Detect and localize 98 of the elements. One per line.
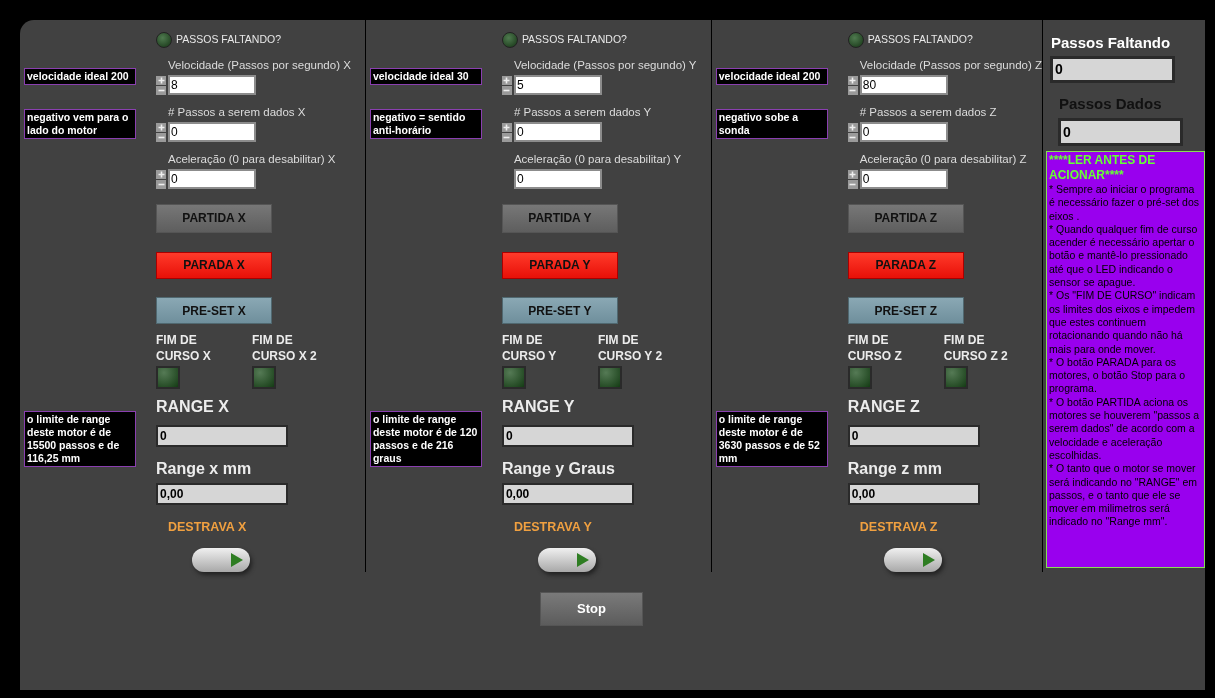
number-field[interactable]: 0 xyxy=(859,169,948,189)
decrement-button[interactable] xyxy=(847,179,858,189)
instruction-text: * O botão PARTIDA aciona os motores se houverem "passos a serem dados" de acordo com a velocidade e aceleração escolhidas. xyxy=(1049,395,1201,463)
preset-button[interactable]: PRE-SET Z xyxy=(847,297,964,324)
plus-icon xyxy=(157,170,165,178)
decrement-button[interactable] xyxy=(156,132,166,142)
plus-icon xyxy=(849,76,857,84)
note-text: velocidade ideal 200 xyxy=(24,68,136,85)
number-field[interactable]: 0 xyxy=(513,122,602,142)
number-field[interactable]: 5 xyxy=(513,75,602,95)
field-label: Velocidade (Passos por segundo) X xyxy=(168,58,351,73)
limit-switch-label: FIM DE CURSO Y xyxy=(501,332,558,364)
unlock-button[interactable] xyxy=(537,548,596,572)
done-display: 0 xyxy=(1058,118,1183,146)
increment-button[interactable] xyxy=(501,75,512,85)
instruction-text: * O botão PARADA para os motores, o botão Stop para o programa. xyxy=(1049,355,1186,396)
limit-switch-label: FIM DE CURSO Z 2 xyxy=(943,332,1009,364)
number-field[interactable]: 0 xyxy=(859,122,948,142)
range-units-display: 0,00 xyxy=(847,483,980,505)
increment-button[interactable] xyxy=(847,122,858,132)
plus-icon xyxy=(157,123,165,131)
field-label: Aceleração (0 para desabilitar) X xyxy=(168,152,336,167)
remaining-display: 0 xyxy=(1050,56,1175,83)
stop-motor-button[interactable]: PARADA Y xyxy=(501,251,618,280)
unlock-button[interactable] xyxy=(192,548,250,572)
limit-switch-label: FIM DE CURSO X 2 xyxy=(252,332,318,364)
unlock-label: DESTRAVA Y xyxy=(513,519,592,535)
field-label: # Passos a serem dados X xyxy=(168,105,306,120)
note-text: negativo = sentido anti-horário xyxy=(369,109,482,139)
unlock-label: DESTRAVA Z xyxy=(859,519,938,535)
led-label: PASSOS FALTANDO? xyxy=(521,32,627,48)
increment-button[interactable] xyxy=(156,75,166,85)
instruction-text: * O tanto que o motor se mover será indicando no "RANGE" em passos, e o tanto que ele se mover em milimetros será indicado no "Range mm". xyxy=(1049,462,1199,529)
start-button[interactable]: PARTIDA Z xyxy=(847,204,964,233)
increment-button[interactable] xyxy=(501,122,512,132)
decrement-button[interactable] xyxy=(501,85,512,95)
increment-button[interactable] xyxy=(156,169,166,179)
limit-switch-label: FIM DE CURSO X xyxy=(156,332,212,364)
range-units-label: Range x mm xyxy=(156,459,252,479)
number-field[interactable]: 0 xyxy=(168,122,256,142)
decrement-button[interactable] xyxy=(847,85,858,95)
instruction-text: * Sempre ao iniciar o programa é necessário fazer o pré-set dos eixos . xyxy=(1049,183,1200,223)
field-label: Velocidade (Passos por segundo) Y xyxy=(513,58,697,73)
increment-button[interactable] xyxy=(847,75,858,85)
limit-switch-label: FIM DE CURSO Z xyxy=(847,332,903,364)
increment-button[interactable] xyxy=(156,122,166,132)
unlock-label: DESTRAVA X xyxy=(168,519,247,535)
note-text: o limite de range deste motor é de 15500 passos e de 116,25 mm xyxy=(24,411,136,467)
led-label: PASSOS FALTANDO? xyxy=(176,32,282,48)
preset-button[interactable]: PRE-SET X xyxy=(156,297,272,324)
field-label: Velocidade (Passos por segundo) Z xyxy=(859,58,1042,73)
number-field[interactable]: 0 xyxy=(168,169,256,189)
plus-icon xyxy=(157,76,165,84)
decrement-button[interactable] xyxy=(847,132,858,142)
plus-icon xyxy=(849,170,857,178)
range-units-display: 0,00 xyxy=(156,483,288,505)
instructions-title: ****LER ANTES DE ACIONAR**** xyxy=(1049,153,1157,183)
stop-motor-button[interactable]: PARADA Z xyxy=(847,251,964,280)
number-field[interactable]: 80 xyxy=(859,75,948,95)
note-text: o limite de range deste motor é de 120 passos e de 216 graus xyxy=(369,411,482,467)
range-label: RANGE X xyxy=(156,397,229,417)
range-units-label: Range z mm xyxy=(847,459,943,479)
decrement-button[interactable] xyxy=(156,85,166,95)
remaining-label: Passos Faltando xyxy=(1051,34,1171,52)
stop-button[interactable]: Stop xyxy=(540,592,643,626)
plus-icon xyxy=(503,123,511,131)
range-units-label: Range y Graus xyxy=(501,459,615,479)
note-text: negativo sobe a sonda xyxy=(715,109,828,139)
range-display: 0 xyxy=(847,425,980,447)
limit-switch-label: FIM DE CURSO Y 2 xyxy=(597,332,664,364)
number-field[interactable]: 0 xyxy=(513,169,602,189)
range-display: 0 xyxy=(501,425,634,447)
start-button[interactable]: PARTIDA X xyxy=(156,204,272,233)
range-display: 0 xyxy=(156,425,288,447)
note-text: negativo vem para o lado do motor xyxy=(24,109,136,139)
field-label: Aceleração (0 para desabilitar) Z xyxy=(859,152,1027,167)
range-units-display: 0,00 xyxy=(501,483,634,505)
number-field[interactable]: 8 xyxy=(168,75,256,95)
field-label: # Passos a serem dados Z xyxy=(859,105,997,120)
decrement-button[interactable] xyxy=(501,132,512,142)
instruction-text: * Os "FIM DE CURSO" indicam os limites dos eixos e impedem que estes continuem rotacionando quando não há mais para onde mover. xyxy=(1049,289,1197,356)
range-label: RANGE Y xyxy=(501,397,575,417)
note-text: o limite de range deste motor é de 3630 passos e de 52 mm xyxy=(715,411,828,467)
led-label: PASSOS FALTANDO? xyxy=(867,32,973,48)
instruction-text: * Quando qualquer fim de curso acender é necessário apertar o botão e mantê-lo pressionado até que o LED indicando o sensor se apague. xyxy=(1049,222,1199,290)
stop-motor-button[interactable]: PARADA X xyxy=(156,251,272,280)
start-button[interactable]: PARTIDA Y xyxy=(501,204,618,233)
field-label: # Passos a serem dados Y xyxy=(513,105,652,120)
decrement-button[interactable] xyxy=(156,179,166,189)
preset-button[interactable]: PRE-SET Y xyxy=(501,297,618,324)
range-label: RANGE Z xyxy=(847,397,920,417)
note-text: velocidade ideal 30 xyxy=(369,68,482,85)
plus-icon xyxy=(503,76,511,84)
unlock-button[interactable] xyxy=(883,548,942,572)
increment-button[interactable] xyxy=(847,169,858,179)
note-text: velocidade ideal 200 xyxy=(715,68,828,85)
field-label: Aceleração (0 para desabilitar) Y xyxy=(513,152,682,167)
plus-icon xyxy=(849,123,857,131)
